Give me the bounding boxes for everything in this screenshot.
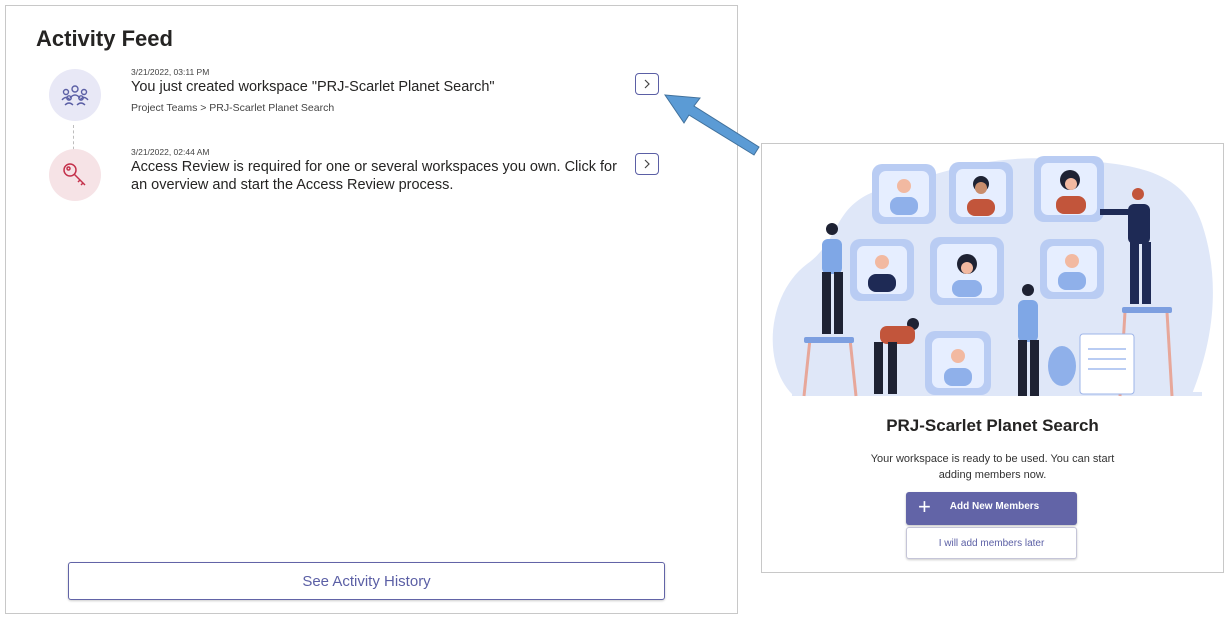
key-avatar xyxy=(49,149,101,201)
key-icon xyxy=(63,163,86,186)
workspace-description: Your workspace is ready to be used. You … xyxy=(857,451,1128,483)
feed-title: Activity Feed xyxy=(36,26,173,51)
activity-feed-panel: Activity Feed 3/21/2022, 03:11 PM You ju… xyxy=(5,5,738,614)
activity-breadcrumb: Project Teams > PRJ-Scarlet Planet Searc… xyxy=(131,102,335,114)
team-icon xyxy=(61,85,89,106)
add-members-later-button[interactable]: I will add members later xyxy=(906,527,1077,559)
workspace-ready-card: PRJ-Scarlet Planet Search Your workspace… xyxy=(761,143,1224,573)
activity-text-line2: an overview and start the Access Review … xyxy=(131,177,454,193)
add-new-members-button[interactable]: + Add New Members xyxy=(906,492,1077,525)
description-line1: Your workspace is ready to be used. You … xyxy=(870,453,1115,465)
see-activity-history-button[interactable]: See Activity History xyxy=(68,562,665,600)
workspace-name: PRJ-Scarlet Planet Search xyxy=(886,416,1099,435)
description-line2: adding members now. xyxy=(938,469,1047,481)
activity-date: 3/21/2022, 02:44 AM xyxy=(131,147,210,157)
activity-text-line1: Access Review is required for one or sev… xyxy=(131,159,617,175)
chevron-right-icon xyxy=(644,159,650,169)
chevron-right-icon xyxy=(644,79,650,89)
activity-date: 3/21/2022, 03:11 PM xyxy=(131,67,210,77)
add-new-members-label: Add New Members xyxy=(949,501,1040,512)
team-illustration xyxy=(772,156,1213,397)
team-avatar xyxy=(49,69,101,121)
pointer-arrow-icon xyxy=(663,94,760,156)
activity-text: You just created workspace "PRJ-Scarlet … xyxy=(131,79,495,95)
